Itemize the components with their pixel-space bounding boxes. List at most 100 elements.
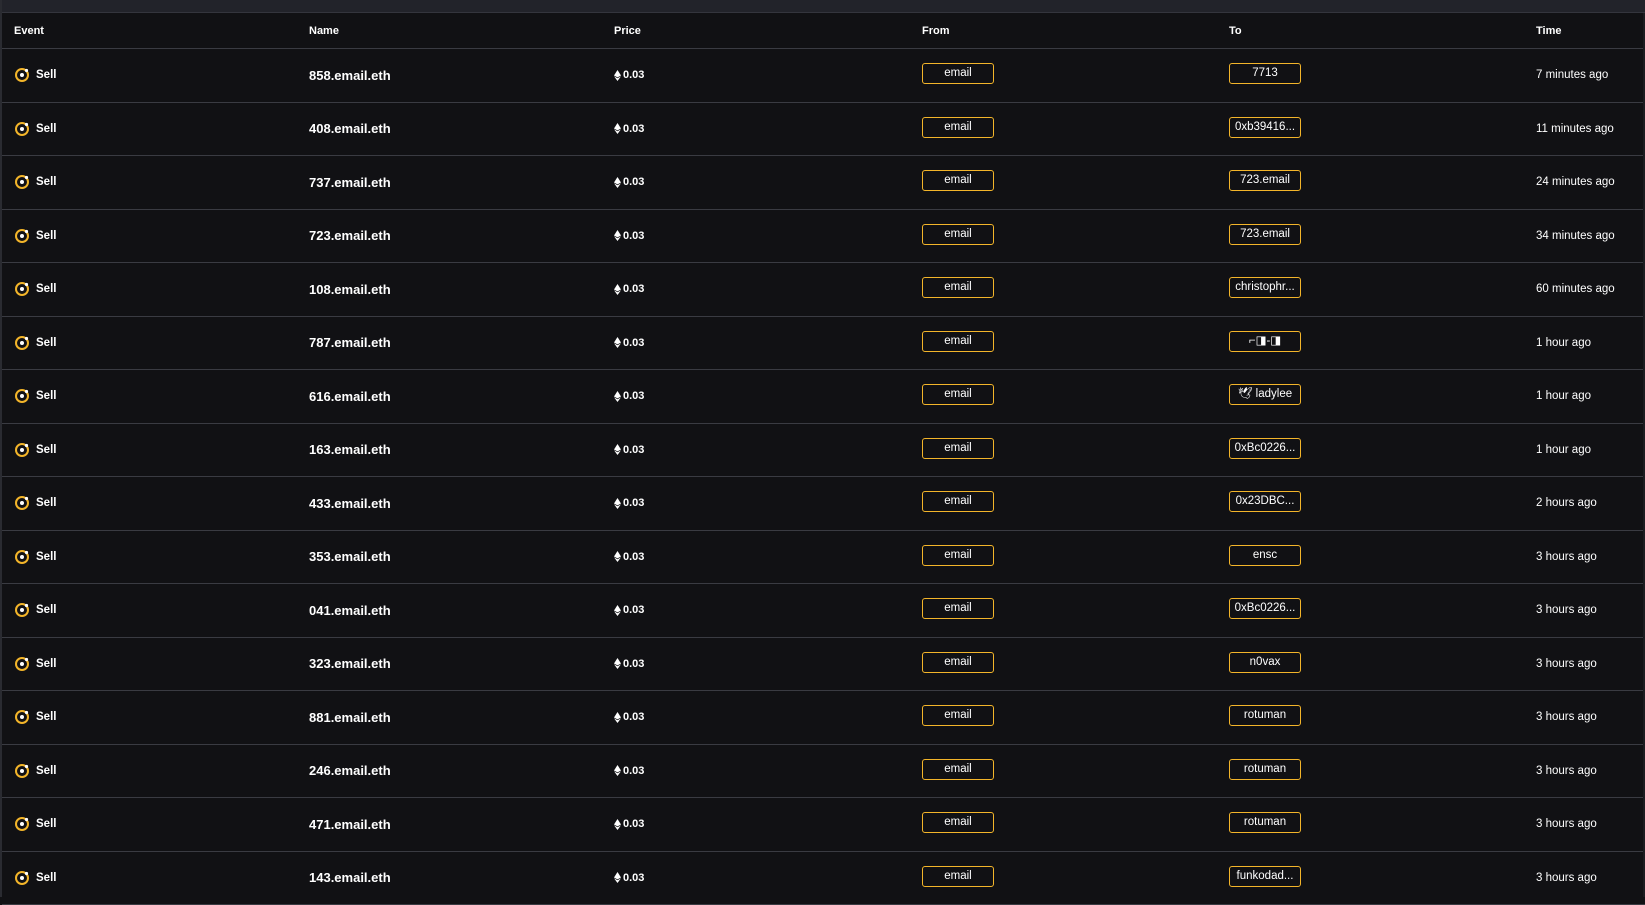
name-cell[interactable]: 143.email.eth [297, 870, 604, 885]
to-cell: 723.email [1218, 170, 1525, 194]
from-address-button[interactable]: email [922, 812, 994, 833]
price-value: 0.03 [623, 818, 644, 830]
event-cell: Sell [2, 763, 297, 779]
time-cell: 34 minutes ago [1525, 230, 1645, 242]
time-cell: 3 hours ago [1525, 711, 1645, 723]
price-cell: 0.03 [604, 390, 911, 402]
from-address-button[interactable]: email [922, 545, 994, 566]
name-cell[interactable]: 163.email.eth [297, 442, 604, 457]
name-cell[interactable]: 787.email.eth [297, 335, 604, 350]
to-address-button[interactable]: ⌐◨-◨ [1229, 331, 1301, 352]
to-address-button[interactable]: rotuman [1229, 759, 1301, 780]
name-cell[interactable]: 041.email.eth [297, 603, 604, 618]
event-cell: Sell [2, 870, 297, 886]
name-cell[interactable]: 737.email.eth [297, 175, 604, 190]
to-address-button[interactable]: ensc [1229, 545, 1301, 566]
to-address-button[interactable]: 723.email [1229, 170, 1301, 191]
name-cell[interactable]: 616.email.eth [297, 389, 604, 404]
from-address-button[interactable]: email [922, 277, 994, 298]
name-cell[interactable]: 881.email.eth [297, 710, 604, 725]
sell-target-icon [14, 228, 30, 244]
name-cell[interactable]: 108.email.eth [297, 282, 604, 297]
ethereum-icon [614, 123, 621, 134]
name-cell[interactable]: 353.email.eth [297, 549, 604, 564]
ethereum-icon [614, 551, 621, 562]
table-row: Sell 737.email.eth 0.03 email 723.email … [2, 156, 1645, 210]
to-address-button[interactable]: n0vax [1229, 652, 1301, 673]
price-value: 0.03 [623, 230, 644, 242]
to-address-button[interactable]: 0x23DBC... [1229, 491, 1301, 512]
time-cell: 60 minutes ago [1525, 283, 1645, 295]
from-address-button[interactable]: email [922, 866, 994, 887]
event-label: Sell [36, 765, 56, 777]
from-address-button[interactable]: email [922, 438, 994, 459]
event-cell: Sell [2, 67, 297, 83]
ethereum-icon [614, 444, 621, 455]
to-address-button[interactable]: 0xBc0226... [1229, 598, 1301, 619]
name-cell[interactable]: 858.email.eth [297, 68, 604, 83]
event-label: Sell [36, 497, 56, 509]
sell-target-icon [14, 816, 30, 832]
from-address-button[interactable]: email [922, 384, 994, 405]
table-body: Sell 858.email.eth 0.03 email 7713 7 min… [2, 49, 1645, 905]
table-row: Sell 433.email.eth 0.03 email 0x23DBC...… [2, 477, 1645, 531]
event-cell: Sell [2, 281, 297, 297]
ethereum-icon [614, 605, 621, 616]
from-address-button[interactable]: email [922, 598, 994, 619]
to-address-button[interactable]: 0xb39416... [1229, 117, 1301, 138]
to-cell: funkodad... [1218, 866, 1525, 890]
to-address-button[interactable]: rotuman [1229, 705, 1301, 726]
price-value: 0.03 [623, 337, 644, 349]
sell-target-icon [14, 763, 30, 779]
to-address-button[interactable]: 🕊 ladylee [1229, 384, 1301, 405]
from-address-button[interactable]: email [922, 331, 994, 352]
name-cell[interactable]: 246.email.eth [297, 763, 604, 778]
price-value: 0.03 [623, 711, 644, 723]
to-cell: 0xBc0226... [1218, 598, 1525, 622]
event-label: Sell [36, 444, 56, 456]
price-cell: 0.03 [604, 283, 911, 295]
from-address-button[interactable]: email [922, 170, 994, 191]
ethereum-icon [614, 765, 621, 776]
event-label: Sell [36, 658, 56, 670]
from-address-button[interactable]: email [922, 224, 994, 245]
to-cell: ⌐◨-◨ [1218, 331, 1525, 355]
header-price: Price [604, 25, 911, 37]
table-row: Sell 353.email.eth 0.03 email ensc 3 hou… [2, 531, 1645, 585]
ethereum-icon [614, 230, 621, 241]
name-cell[interactable]: 723.email.eth [297, 228, 604, 243]
from-cell: email [911, 117, 1218, 141]
header-time: Time [1525, 25, 1645, 37]
from-address-button[interactable]: email [922, 63, 994, 84]
from-address-button[interactable]: email [922, 705, 994, 726]
to-address-button[interactable]: 7713 [1229, 63, 1301, 84]
from-cell: email [911, 705, 1218, 729]
table-row: Sell 041.email.eth 0.03 email 0xBc0226..… [2, 584, 1645, 638]
name-cell[interactable]: 471.email.eth [297, 817, 604, 832]
from-cell: email [911, 545, 1218, 569]
header-from: From [911, 25, 1218, 37]
to-address-button[interactable]: rotuman [1229, 812, 1301, 833]
to-address-button[interactable]: funkodad... [1229, 866, 1301, 887]
from-address-button[interactable]: email [922, 652, 994, 673]
name-cell[interactable]: 433.email.eth [297, 496, 604, 511]
event-cell: Sell [2, 495, 297, 511]
table-row: Sell 881.email.eth 0.03 email rotuman 3 … [2, 691, 1645, 745]
event-label: Sell [36, 69, 56, 81]
from-address-button[interactable]: email [922, 491, 994, 512]
from-address-button[interactable]: email [922, 759, 994, 780]
name-cell[interactable]: 323.email.eth [297, 656, 604, 671]
to-address-button[interactable]: christophr... [1229, 277, 1301, 298]
to-cell: ensc [1218, 545, 1525, 569]
from-cell: email [911, 438, 1218, 462]
to-address-button[interactable]: 0xBc0226... [1229, 438, 1301, 459]
from-cell: email [911, 277, 1218, 301]
from-cell: email [911, 331, 1218, 355]
to-address-button[interactable]: 723.email [1229, 224, 1301, 245]
event-label: Sell [36, 872, 56, 884]
table-row: Sell 616.email.eth 0.03 email 🕊 ladylee … [2, 370, 1645, 424]
name-cell[interactable]: 408.email.eth [297, 121, 604, 136]
price-value: 0.03 [623, 765, 644, 777]
time-cell: 3 hours ago [1525, 551, 1645, 563]
from-address-button[interactable]: email [922, 117, 994, 138]
